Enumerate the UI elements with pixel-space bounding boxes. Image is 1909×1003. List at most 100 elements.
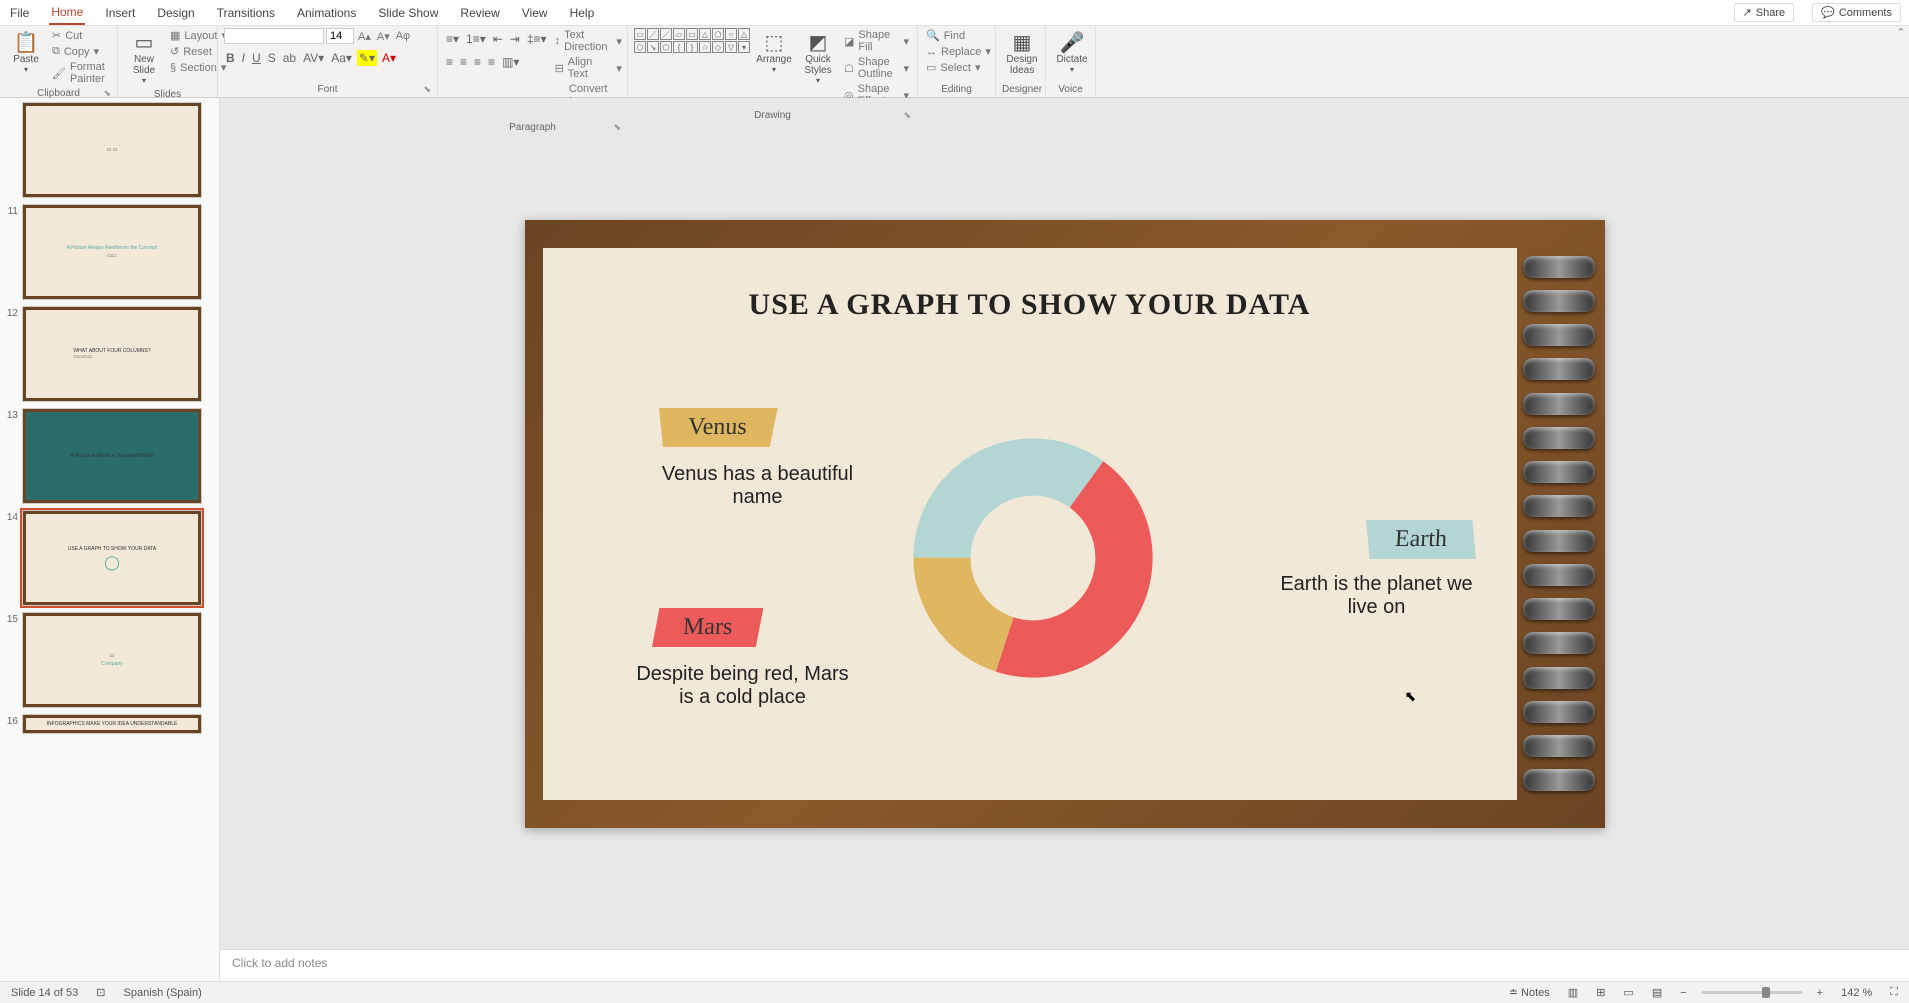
numbering-button[interactable]: 1≡▾ [464, 31, 488, 47]
design-ideas-button[interactable]: ▦Design Ideas [1002, 28, 1042, 78]
indent-left-button[interactable]: ⇤ [491, 31, 505, 47]
case-button[interactable]: Aa▾ [329, 50, 354, 66]
strike-button[interactable]: S [266, 50, 278, 66]
bold-button[interactable]: B [224, 50, 237, 66]
group-font-label: Font⬊ [224, 82, 431, 95]
share-button[interactable]: ↗ Share [1734, 3, 1795, 22]
justify-button[interactable]: ≡ [486, 54, 497, 70]
tab-transitions[interactable]: Transitions [215, 2, 277, 24]
replace-button[interactable]: ↔ Replace ▾ [924, 44, 993, 59]
group-designer-label: Designer [1002, 82, 1039, 95]
slide-panel[interactable]: ▭ ▭ 11A Picture Always Reinforces the Co… [0, 98, 220, 981]
accessibility-icon[interactable]: ⊡ [93, 986, 108, 999]
decrease-font-button[interactable]: A▾ [375, 29, 392, 44]
zoom-in-button[interactable]: + [1814, 987, 1826, 999]
italic-button[interactable]: I [240, 50, 247, 66]
slide-thumb-11[interactable]: A Picture Always Reinforces the Concept▭… [22, 204, 202, 300]
tab-insert[interactable]: Insert [103, 2, 137, 24]
slide-thumb-10[interactable]: ▭ ▭ [22, 102, 202, 198]
ribbon: 📋Paste▾ ✂ Cut ⧉ Copy ▾ 🖌 Format Painter … [0, 26, 1909, 98]
align-center-button[interactable]: ≡ [458, 54, 469, 70]
font-name-input[interactable] [224, 28, 324, 44]
zoom-level[interactable]: 142 % [1838, 987, 1875, 999]
status-bar: Slide 14 of 53 ⊡ Spanish (Spain) ≐ Notes… [0, 981, 1909, 1003]
zoom-out-button[interactable]: − [1677, 987, 1689, 999]
fit-window-button[interactable]: ⛶ [1887, 986, 1901, 999]
align-text-button[interactable]: ⊟ Align Text ▾ [553, 55, 624, 81]
venus-desc[interactable]: Venus has a beautiful name [648, 463, 868, 509]
slide-title[interactable]: USE A GRAPH TO SHOW YOUR DATA [543, 248, 1517, 322]
notes-toggle[interactable]: ≐ Notes [1506, 986, 1553, 999]
font-size-input[interactable] [326, 28, 354, 44]
spiral-binding [1523, 250, 1595, 798]
venus-tag[interactable]: Venus [656, 408, 777, 447]
mars-tag[interactable]: Mars [651, 608, 762, 647]
bullets-button[interactable]: ≡▾ [444, 31, 461, 47]
reading-view-button[interactable]: ▭ [1620, 986, 1636, 999]
group-editing-label: Editing [924, 82, 989, 95]
shapes-gallery[interactable]: ▭／／▱▭△⬠○△ ⬡↘⬠{}☆◇▽▾ [634, 28, 750, 53]
slide-thumb-15[interactable]: ▭ Company [22, 612, 202, 708]
tab-help[interactable]: Help [568, 2, 597, 24]
ribbon-tabs: File Home Insert Design Transitions Anim… [0, 0, 1909, 26]
collapse-ribbon-button[interactable]: ⌃ [1893, 26, 1909, 97]
sorter-view-button[interactable]: ⊞ [1593, 986, 1608, 999]
donut-chart[interactable] [903, 428, 1163, 688]
increase-font-button[interactable]: A▴ [356, 29, 373, 44]
slide-canvas[interactable]: USE A GRAPH TO SHOW YOUR DATA Venus Venu… [525, 220, 1605, 828]
clear-format-button[interactable]: Aφ [394, 29, 412, 43]
highlight-button[interactable]: ✎▾ [357, 50, 377, 66]
dictate-button[interactable]: 🎤Dictate▾ [1052, 28, 1092, 76]
slide-thumb-14[interactable]: USE A GRAPH TO SHOW YOUR DATA◯ [22, 510, 202, 606]
shape-outline-button[interactable]: ☖ Shape Outline ▾ [842, 55, 911, 81]
slide-thumb-12[interactable]: WHAT ABOUT FOUR COLUMNS?▭▭▭▭ [22, 306, 202, 402]
group-paragraph-label: Paragraph⬊ [444, 120, 621, 133]
columns-button[interactable]: ▥▾ [500, 54, 521, 70]
group-voice-label: Voice [1052, 82, 1089, 95]
cursor-icon: ⬉ [1405, 688, 1417, 705]
quick-styles-button[interactable]: ◩Quick Styles▾ [798, 28, 838, 87]
shape-fill-button[interactable]: ◪ Shape Fill ▾ [842, 28, 911, 54]
tab-slideshow[interactable]: Slide Show [376, 2, 440, 24]
group-slides-label: Slides [124, 87, 211, 100]
align-left-button[interactable]: ≡ [444, 54, 455, 70]
spacing-button[interactable]: AV▾ [301, 50, 326, 66]
font-color-button[interactable]: A▾ [380, 50, 398, 66]
format-painter-button[interactable]: 🖌 Format Painter [50, 60, 111, 86]
earth-desc[interactable]: Earth is the planet we live on [1267, 573, 1487, 619]
language-button[interactable]: Spanish (Spain) [121, 987, 205, 999]
tab-animations[interactable]: Animations [295, 2, 358, 24]
shadow-button[interactable]: ab [281, 50, 298, 66]
align-right-button[interactable]: ≡ [472, 54, 483, 70]
underline-button[interactable]: U [250, 50, 263, 66]
slide-thumb-13[interactable]: A Picture is Worth a Thousand Words [22, 408, 202, 504]
arrange-button[interactable]: ⬚Arrange▾ [754, 28, 794, 76]
group-drawing-label: Drawing⬊ [634, 108, 911, 121]
copy-button[interactable]: ⧉ Copy ▾ [50, 44, 111, 59]
slideshow-view-button[interactable]: ▤ [1649, 986, 1665, 999]
indent-right-button[interactable]: ⇥ [508, 31, 522, 47]
zoom-slider[interactable] [1702, 991, 1802, 994]
comments-button[interactable]: 💬 Comments [1812, 3, 1901, 22]
slide-counter[interactable]: Slide 14 of 53 [8, 987, 81, 999]
slide-thumb-16[interactable]: INFOGRAPHICS MAKE YOUR IDEA UNDERSTANDAB… [22, 714, 202, 734]
new-slide-button[interactable]: ▭New Slide▾ [124, 28, 164, 87]
group-clipboard-label: Clipboard⬊ [6, 86, 111, 99]
paper-background: USE A GRAPH TO SHOW YOUR DATA Venus Venu… [543, 248, 1517, 800]
select-button[interactable]: ▭ Select ▾ [924, 60, 993, 75]
tab-file[interactable]: File [8, 2, 31, 24]
text-direction-button[interactable]: ↕ Text Direction ▾ [553, 28, 624, 54]
tab-view[interactable]: View [520, 2, 550, 24]
normal-view-button[interactable]: ▥ [1565, 986, 1581, 999]
line-spacing-button[interactable]: ‡≡▾ [525, 31, 549, 47]
tab-review[interactable]: Review [458, 2, 501, 24]
earth-tag[interactable]: Earth [1363, 520, 1477, 559]
find-button[interactable]: 🔍 Find [924, 28, 993, 43]
notes-pane[interactable]: Click to add notes [220, 949, 1909, 981]
tab-home[interactable]: Home [49, 1, 85, 25]
canvas-area[interactable]: USE A GRAPH TO SHOW YOUR DATA Venus Venu… [220, 98, 1909, 949]
cut-button[interactable]: ✂ Cut [50, 28, 111, 43]
mars-desc[interactable]: Despite being red, Mars is a cold place [633, 663, 853, 709]
paste-button[interactable]: 📋Paste▾ [6, 28, 46, 76]
tab-design[interactable]: Design [155, 2, 196, 24]
